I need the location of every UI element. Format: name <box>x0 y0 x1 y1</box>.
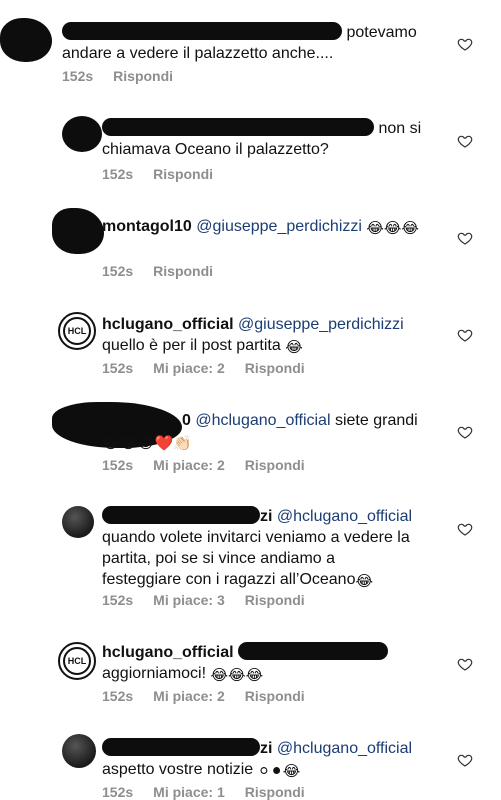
likes-count[interactable]: Mi piace: 1 <box>153 784 225 800</box>
likes-count[interactable]: Mi piace: 2 <box>153 688 225 704</box>
like-heart-icon[interactable] <box>457 133 473 149</box>
username[interactable]: hclugano_official <box>102 644 234 661</box>
avatar-redacted[interactable] <box>0 18 52 62</box>
mention[interactable]: @hclugano_official <box>277 508 412 525</box>
comment-text: hclugano_official @giuseppe_perdichizzi … <box>102 314 442 357</box>
timestamp: 152s <box>62 68 94 84</box>
reply-button[interactable]: Rispondi <box>245 688 305 704</box>
username-redacted <box>102 118 374 136</box>
like-heart-icon[interactable] <box>457 656 473 672</box>
reply-button[interactable]: Rispondi <box>153 263 213 279</box>
reply-button[interactable]: Rispondi <box>245 360 305 376</box>
comment-meta: 152s Mi piace: 3 Rispondi <box>102 592 305 608</box>
timestamp: 152s <box>102 784 134 800</box>
like-heart-icon[interactable] <box>457 752 473 768</box>
comment-meta: 152s Mi piace: 2 Rispondi <box>102 688 305 704</box>
comment-text-line4: festeggiare con i ragazzi all’Oceano <box>102 571 356 588</box>
avatar-hclugano[interactable]: HCL <box>58 312 96 350</box>
emoji-group: 😂 <box>285 339 303 356</box>
avatar-redacted[interactable] <box>62 116 102 152</box>
username-tail[interactable]: 0 <box>182 412 191 429</box>
emoji-group: 😂😂😂 <box>210 667 264 684</box>
mention[interactable]: @giuseppe_perdichizzi <box>238 316 404 333</box>
username-redacted <box>102 738 260 756</box>
like-heart-icon[interactable] <box>457 424 473 440</box>
comment-meta: 152s Rispondi <box>102 166 213 182</box>
comment-text-line2: quello è per il post partita <box>102 337 281 354</box>
timestamp: 152s <box>102 457 134 473</box>
comment-text-line2: chiamava Oceano il palazzetto? <box>102 141 329 158</box>
comment-text: zi @hclugano_official aspetto vostre not… <box>102 738 447 781</box>
timestamp: 152s <box>102 592 134 608</box>
timestamp: 152s <box>102 688 134 704</box>
avatar[interactable] <box>62 734 96 768</box>
mention[interactable]: @hclugano_official <box>277 740 412 757</box>
emoji-group: ⚪⚫😂 <box>257 763 301 780</box>
comment-text-line2: andare a vedere il palazzetto anche.... <box>62 45 334 62</box>
comment-text: siete grandi <box>334 412 418 429</box>
emoji-group: 😂😂😂 <box>366 220 419 237</box>
like-heart-icon[interactable] <box>457 521 473 537</box>
emoji-group: 😂 <box>355 573 374 590</box>
comment-text-line3: partita, poi se si vince andiamo a <box>102 550 336 567</box>
reply-button[interactable]: Rispondi <box>245 457 305 473</box>
comment-text: hclugano_official aggiorniamoci! 😂😂😂 <box>102 642 447 685</box>
username-tail[interactable]: zi <box>260 508 272 525</box>
comment-text-line2: aggiorniamoci! <box>102 665 207 682</box>
comment-text: montagol10 @giuseppe_perdichizzi 😂😂😂 <box>102 216 442 238</box>
comment-text: zi @hclugano_official quando volete invi… <box>102 506 447 591</box>
comment-meta: 152s Rispondi <box>62 68 173 84</box>
comment-meta: 152s Mi piace: 1 Rispondi <box>102 784 305 800</box>
comment-text-line2: quando volete invitarci veniamo a vedere… <box>102 529 410 546</box>
username[interactable]: hclugano_official <box>102 316 234 333</box>
comment-meta: 152s Mi piace: 2 Rispondi <box>102 457 305 473</box>
likes-count[interactable]: Mi piace: 2 <box>153 360 225 376</box>
reply-button[interactable]: Rispondi <box>245 784 305 800</box>
mention-redacted <box>238 642 389 660</box>
like-heart-icon[interactable] <box>457 327 473 343</box>
comment-text: 0 @hclugano_official siete grandi 😂😂😂❤️👏… <box>102 410 447 453</box>
hcl-logo-icon: HCL <box>63 647 91 675</box>
avatar-redacted[interactable] <box>52 208 104 254</box>
likes-count[interactable]: Mi piace: 3 <box>153 592 225 608</box>
comment-text: potevamo andare a vedere il palazzetto a… <box>62 22 442 64</box>
username-tail[interactable]: zi <box>260 740 272 757</box>
timestamp: 152s <box>102 166 134 182</box>
comment-meta: 152s Rispondi <box>102 263 213 279</box>
comment-meta: 152s Mi piace: 2 Rispondi <box>102 360 305 376</box>
hcl-logo-icon: HCL <box>63 317 91 345</box>
timestamp: 152s <box>102 263 134 279</box>
username-redacted <box>102 506 260 524</box>
comment-text-line1: potevamo <box>346 24 417 41</box>
mention[interactable]: @hclugano_official <box>195 412 330 429</box>
emoji-group: 😂😂😂❤️👏🏻 <box>102 435 192 452</box>
like-heart-icon[interactable] <box>457 36 473 52</box>
comment-text-line1: non si <box>378 120 422 137</box>
comment-text: non si chiamava Oceano il palazzetto? <box>102 118 442 160</box>
username-redacted <box>62 22 342 40</box>
reply-button[interactable]: Rispondi <box>245 592 305 608</box>
avatar-hclugano[interactable]: HCL <box>58 642 96 680</box>
timestamp: 152s <box>102 360 134 376</box>
comment-text-line2: aspetto vostre notizie <box>102 761 254 778</box>
likes-count[interactable]: Mi piace: 2 <box>153 457 225 473</box>
reply-button[interactable]: Rispondi <box>113 68 173 84</box>
like-heart-icon[interactable] <box>457 230 473 246</box>
reply-button[interactable]: Rispondi <box>153 166 213 182</box>
avatar[interactable] <box>62 506 94 538</box>
mention[interactable]: @giuseppe_perdichizzi <box>196 218 362 235</box>
username[interactable]: montagol10 <box>102 218 192 235</box>
